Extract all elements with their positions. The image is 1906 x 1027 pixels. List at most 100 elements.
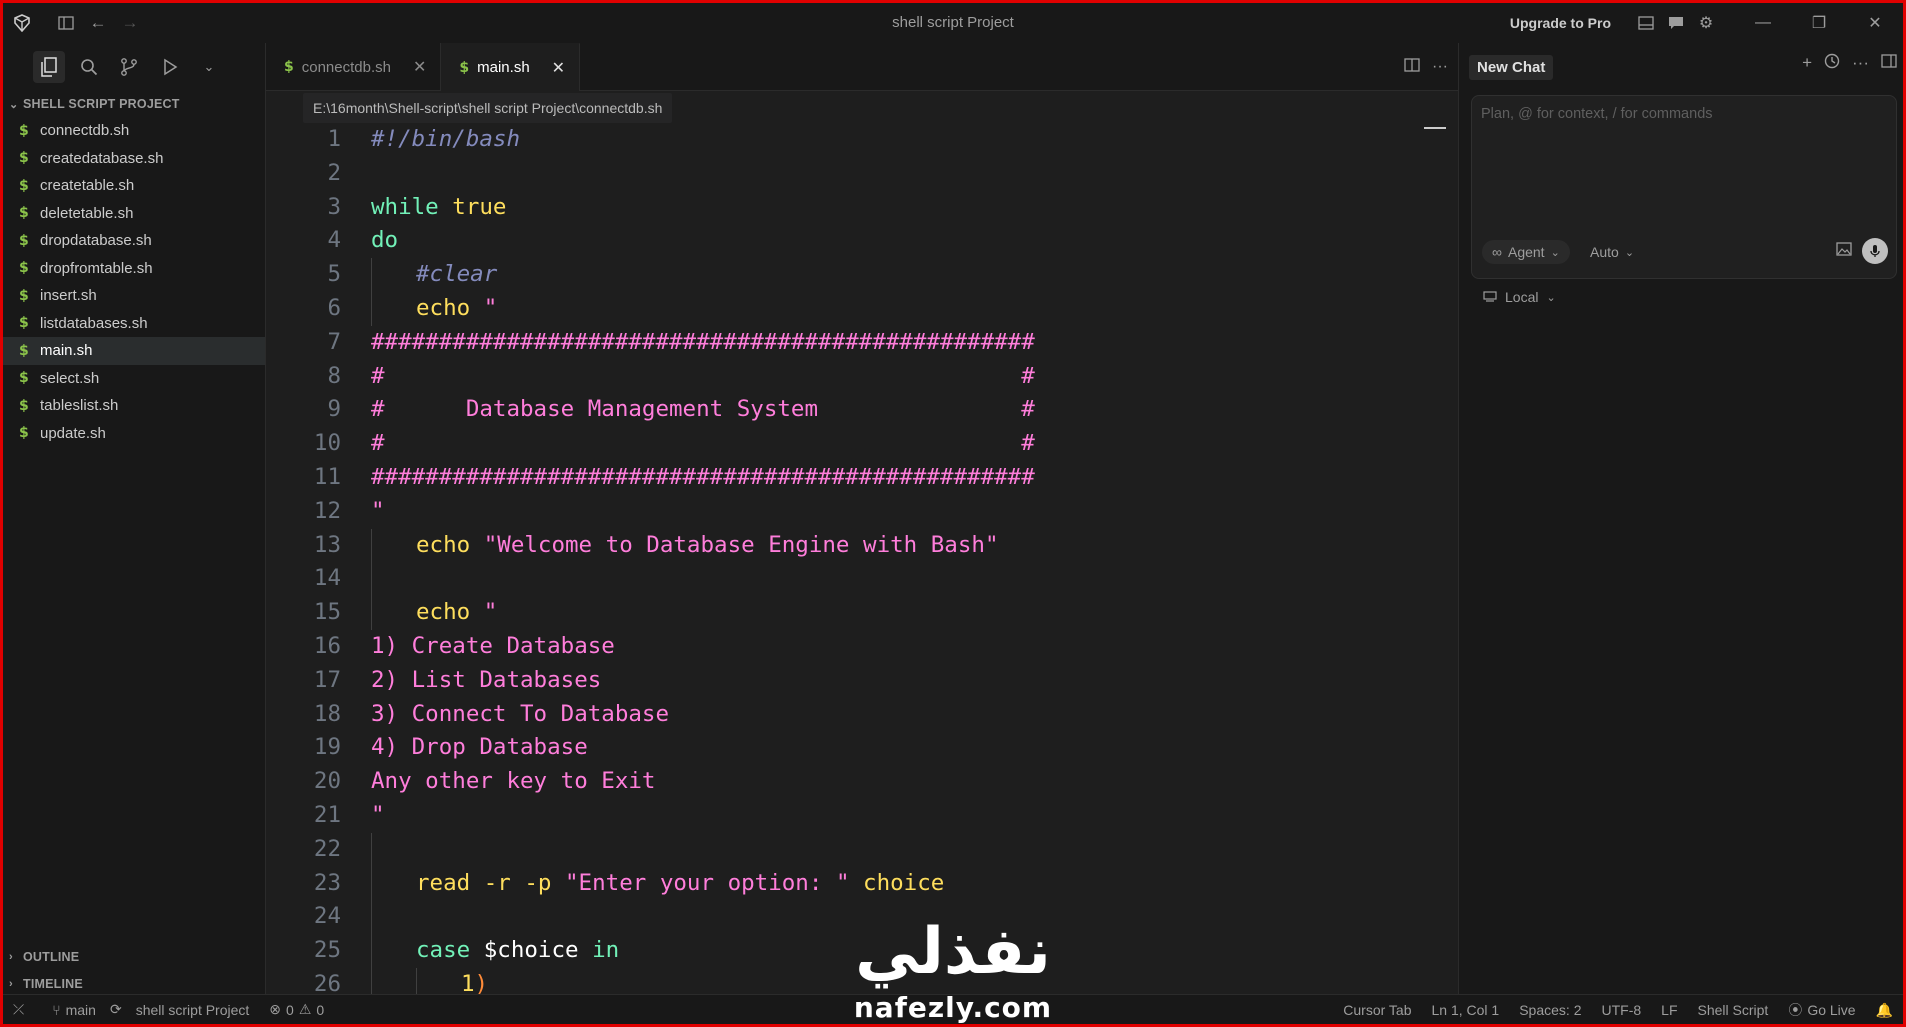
- scroll-position-marker: [1424, 127, 1446, 129]
- remote-connection-icon[interactable]: ⤫: [13, 1001, 24, 1018]
- git-branch-status[interactable]: ⑂ main: [52, 1002, 96, 1018]
- chevron-down-icon: ⌄: [1624, 246, 1635, 259]
- file-item[interactable]: $ connectdb.sh: [3, 117, 265, 145]
- chevron-down-icon: ⌄: [9, 98, 19, 111]
- file-item[interactable]: $ dropfromtable.sh: [3, 255, 265, 283]
- model-select[interactable]: Auto ⌄: [1590, 240, 1634, 264]
- explorer-files-icon[interactable]: [33, 51, 65, 83]
- cursor-position[interactable]: Ln 1, Col 1: [1432, 1002, 1500, 1018]
- language-mode[interactable]: Shell Script: [1698, 1002, 1769, 1018]
- code-editor[interactable]: 1 #!/bin/bash 2 3 while true 4 do 5 #clear 6 echo …: [266, 123, 1458, 997]
- chevron-down-icon: ⌄: [1550, 246, 1560, 259]
- file-item[interactable]: $ update.sh: [3, 420, 265, 448]
- upgrade-to-pro-button[interactable]: Upgrade to Pro: [1510, 15, 1611, 31]
- search-icon[interactable]: [73, 51, 105, 83]
- history-clock-icon[interactable]: [1824, 53, 1840, 74]
- agent-mode-select[interactable]: ∞ Agent ⌄: [1482, 240, 1570, 264]
- file-item[interactable]: $ main.sh: [3, 337, 265, 365]
- line-ending[interactable]: LF: [1661, 1002, 1677, 1018]
- shell-file-icon: $: [19, 122, 29, 139]
- shell-file-icon: $: [19, 287, 29, 304]
- code-text: ": [371, 495, 385, 529]
- tab-label: connectdb.sh: [301, 58, 391, 76]
- toggle-sidebar-icon[interactable]: [53, 10, 79, 36]
- line-number: 4: [327, 227, 341, 254]
- code-text: read -r -p "Enter your option: " choice: [416, 867, 944, 901]
- editor-tab[interactable]: $ connectdb.sh ✕: [266, 43, 442, 91]
- file-item[interactable]: $ listdatabases.sh: [3, 310, 265, 338]
- code-line: 15 echo ": [266, 596, 1458, 630]
- close-tab-icon[interactable]: ✕: [413, 57, 426, 77]
- file-item[interactable]: $ deletetable.sh: [3, 200, 265, 228]
- run-debug-icon[interactable]: [153, 51, 185, 83]
- sync-icon[interactable]: ⟳: [110, 1001, 122, 1018]
- settings-gear-icon[interactable]: ⚙: [1691, 8, 1721, 38]
- chat-input-box[interactable]: Plan, @ for context, / for commands ∞ Ag…: [1471, 95, 1897, 279]
- more-options-icon[interactable]: ···: [1852, 53, 1869, 74]
- chevron-down-icon[interactable]: ⌄: [193, 51, 225, 83]
- problems-status[interactable]: ⊗ 0 ⚠ 0: [269, 1001, 324, 1018]
- file-item[interactable]: $ dropdatabase.sh: [3, 227, 265, 255]
- go-live-button[interactable]: ⦿ Go Live: [1788, 1000, 1855, 1020]
- code-line: 5 #clear: [266, 258, 1458, 292]
- indentation-setting[interactable]: Spaces: 2: [1519, 1002, 1581, 1018]
- more-actions-icon[interactable]: ···: [1432, 58, 1448, 76]
- chat-tab-title[interactable]: New Chat: [1469, 54, 1554, 80]
- file-encoding[interactable]: UTF-8: [1601, 1002, 1641, 1018]
- code-line: 22: [266, 832, 1458, 867]
- file-name: insert.sh: [40, 287, 97, 305]
- close-tab-icon[interactable]: ✕: [552, 58, 565, 78]
- back-arrow-icon[interactable]: ←: [85, 10, 111, 36]
- notifications-bell-icon[interactable]: 🔔: [1876, 1002, 1893, 1019]
- toggle-chat-panel-icon[interactable]: [1881, 53, 1897, 74]
- cursor-tab-status[interactable]: Cursor Tab: [1343, 1002, 1411, 1018]
- file-item[interactable]: $ createtable.sh: [3, 172, 265, 200]
- line-number: 9: [327, 396, 341, 423]
- code-text: while true: [371, 191, 506, 225]
- title-bar: ← → shell script Project Upgrade to Pro …: [3, 3, 1903, 43]
- code-line: 9 # Database Management System #: [266, 393, 1458, 427]
- outline-section-header[interactable]: › OUTLINE: [3, 943, 265, 970]
- file-item[interactable]: $ tableslist.sh: [3, 392, 265, 420]
- attach-image-icon[interactable]: [1836, 242, 1852, 260]
- code-token: ": [483, 294, 498, 321]
- shell-file-icon: $: [19, 177, 29, 194]
- file-name: dropdatabase.sh: [40, 232, 152, 250]
- file-item[interactable]: $ createdatabase.sh: [3, 145, 265, 173]
- new-chat-plus-icon[interactable]: +: [1802, 53, 1812, 74]
- code-token: while: [371, 193, 453, 220]
- line-number: 19: [313, 734, 341, 761]
- restore-button[interactable]: ❐: [1791, 3, 1847, 43]
- code-text: 3) Connect To Database: [371, 698, 669, 732]
- code-line: 26 1): [266, 967, 1458, 997]
- code-token: $choice: [483, 937, 579, 964]
- code-line: 23 read -r -p "Enter your option: " choic…: [266, 866, 1458, 901]
- status-bar: ⤫ ⑂ main ⟳ shell script Project ⊗ 0 ⚠ 0 …: [3, 994, 1903, 1024]
- explorer-section-header[interactable]: ⌄ SHELL SCRIPT PROJECT: [3, 91, 265, 117]
- line-number: 5: [327, 261, 341, 288]
- microphone-icon[interactable]: [1862, 238, 1888, 264]
- branch-name: main: [65, 1001, 96, 1018]
- environment-select[interactable]: Local ⌄: [1483, 289, 1556, 305]
- minimize-button[interactable]: —: [1735, 3, 1791, 43]
- editor-tab[interactable]: $ main.sh ✕: [441, 43, 581, 91]
- close-window-button[interactable]: ✕: [1847, 3, 1903, 43]
- code-text: do: [371, 224, 398, 258]
- code-text: 1): [461, 968, 488, 997]
- project-name[interactable]: shell script Project: [136, 1002, 250, 1018]
- chat-bubble-icon[interactable]: [1661, 8, 1691, 38]
- forward-arrow-icon[interactable]: →: [117, 10, 143, 36]
- code-line: 21 ": [266, 799, 1458, 833]
- chat-input-placeholder[interactable]: Plan, @ for context, / for commands: [1481, 106, 1713, 122]
- file-item[interactable]: $ insert.sh: [3, 282, 265, 310]
- code-text: echo "Welcome to Database Engine with Ba…: [416, 529, 999, 563]
- code-token: true: [452, 193, 507, 220]
- split-editor-icon[interactable]: [1404, 57, 1420, 77]
- toggle-panel-icon[interactable]: [1631, 8, 1661, 38]
- timeline-section-header[interactable]: › TIMELINE: [3, 970, 265, 997]
- source-control-icon[interactable]: [113, 51, 145, 83]
- git-branch-icon: ⑂: [52, 1001, 61, 1018]
- chat-panel: New Chat + ··· Plan, @ for context, / fo…: [1458, 43, 1903, 997]
- file-item[interactable]: $ select.sh: [3, 365, 265, 393]
- code-token: # #: [371, 430, 1035, 457]
